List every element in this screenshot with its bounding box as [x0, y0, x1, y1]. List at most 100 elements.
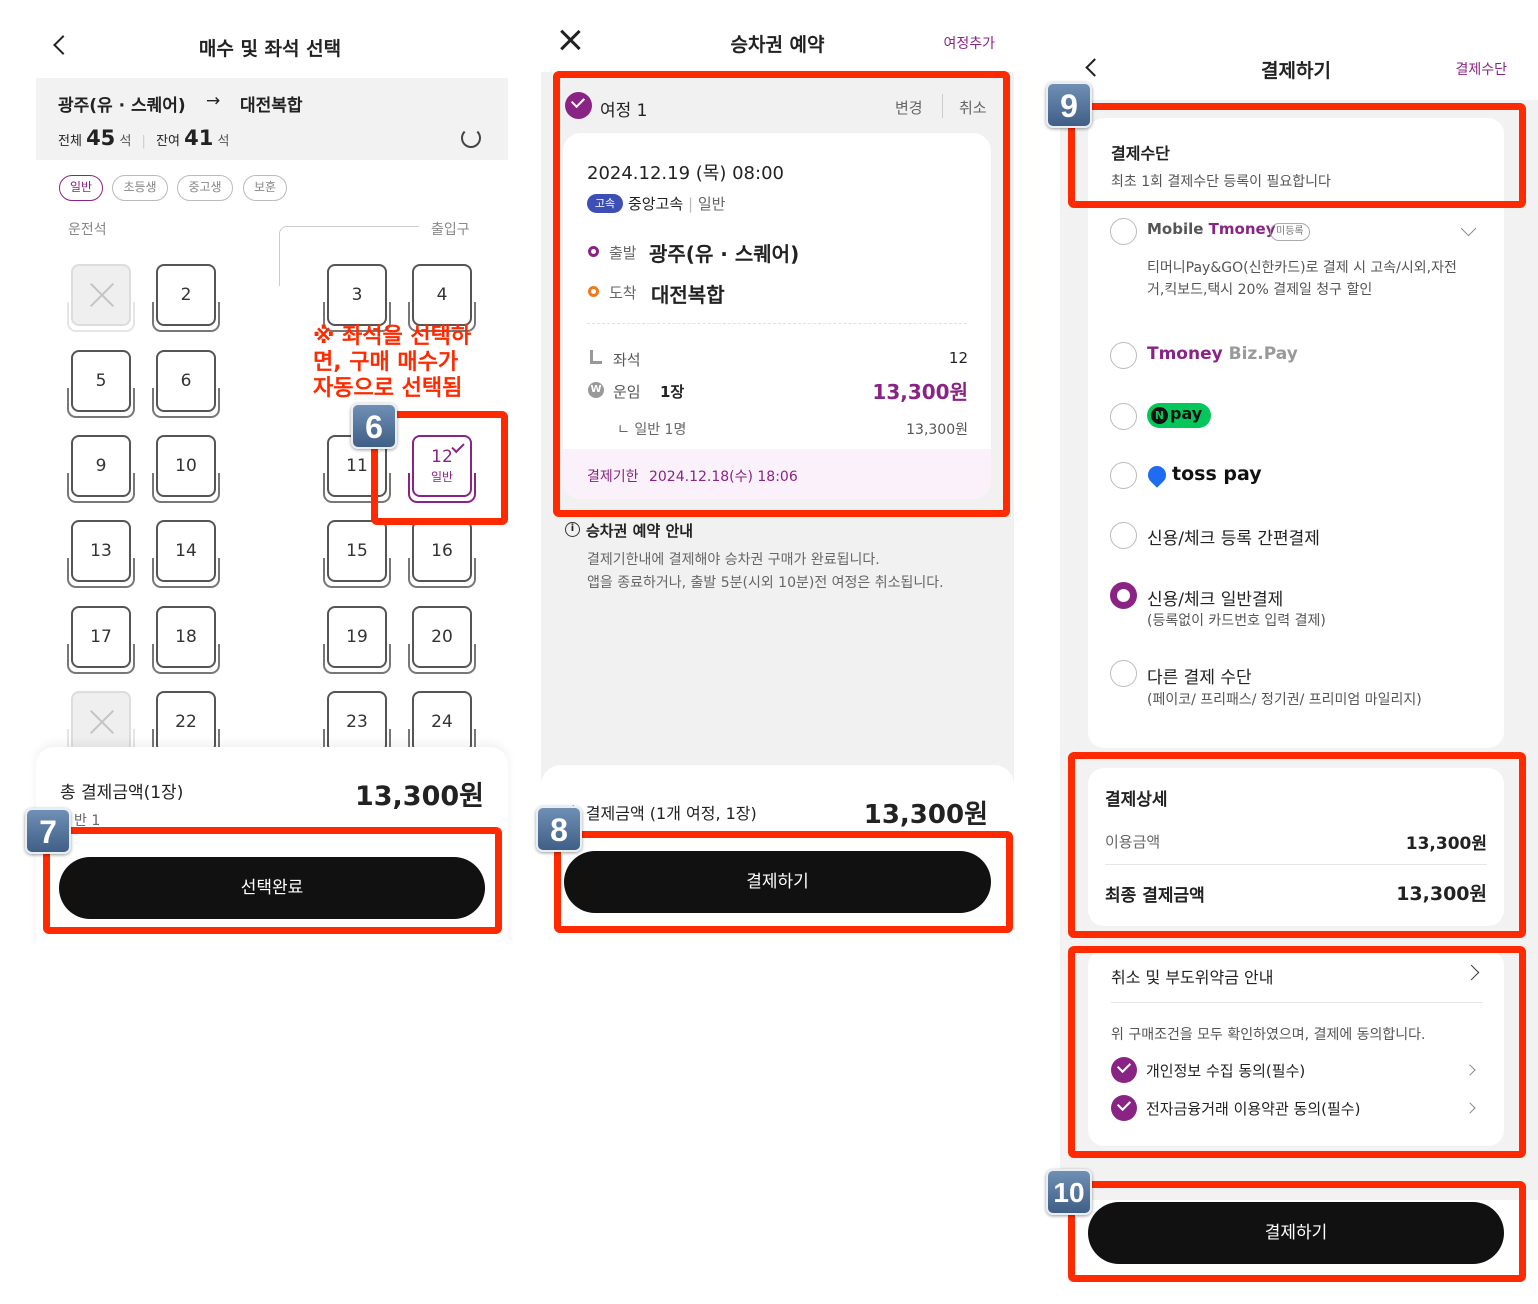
divider [1105, 864, 1487, 865]
notice-line-2: 앱을 종료하거나, 출발 5분(시외 10분)전 여정은 취소됩니다. [587, 575, 944, 591]
step-badge-8: 8 [536, 806, 582, 852]
seat-18[interactable]: 18 [152, 606, 220, 674]
seat-12-number: 12 [431, 447, 453, 467]
divider [942, 94, 943, 118]
agree-efinance-label: 전자금융거래 이용약관 동의(필수) [1146, 1100, 1361, 1118]
tosspay-text: toss pay [1172, 463, 1262, 485]
radio-tmoney-bizpay[interactable] [1110, 342, 1137, 369]
agree-privacy-check-icon[interactable] [1111, 1057, 1137, 1083]
entrance-label: 출입구 [431, 222, 470, 238]
seat-5[interactable]: 5 [67, 350, 135, 418]
step-badge-6: 6 [351, 403, 397, 449]
seat-13[interactable]: 13 [67, 520, 135, 588]
divider [1111, 1002, 1483, 1003]
npay-n-icon: N [1151, 407, 1168, 424]
change-link[interactable]: 변경 [895, 97, 923, 118]
depart-dot-icon [588, 246, 599, 257]
fare-icon: W [588, 382, 604, 398]
cancel-policy-link[interactable]: 취소 및 부도위약금 안내 [1111, 964, 1273, 988]
seat-15[interactable]: 15 [323, 520, 391, 588]
seat-20[interactable]: 20 [408, 606, 476, 674]
step-badge-9: 9 [1046, 82, 1092, 128]
tmoney-desc-1: 티머니Pay&GO(신한카드)로 결제 시 고속/시외,자전 [1147, 260, 1457, 276]
final-amount: 13,300원 [1396, 883, 1487, 905]
route-arrow-icon: → [206, 91, 221, 111]
final-amount-label: 최종 결제금액 [1105, 886, 1205, 906]
depart-terminal: 광주(유 · 스퀘어) [649, 242, 800, 266]
radio-npay[interactable] [1110, 403, 1137, 430]
fare-amount: 13,300원 [872, 380, 968, 404]
dashed-divider [587, 323, 967, 324]
payment-method-link[interactable]: 결제수단 [1430, 59, 1507, 79]
notice-line-1: 결제기한내에 결제해야 승차권 구매가 완료됩니다. [587, 552, 880, 568]
agree-privacy-label: 개인정보 수집 동의(필수) [1146, 1062, 1306, 1080]
method-subtitle: 최초 1회 결제수단 등록이 필요합니다 [1111, 174, 1331, 190]
refresh-icon[interactable] [461, 128, 481, 148]
seat-count: 전체 45 석 | 잔여 41 석 [58, 126, 230, 150]
trip-datetime: 2024.12.19 (목) 08:00 [587, 163, 784, 184]
chip-middle-high[interactable]: 중고생 [177, 175, 233, 201]
radio-mobile-tmoney[interactable] [1110, 218, 1137, 245]
radio-tosspay[interactable] [1110, 462, 1137, 489]
ticket-reservation-screen: 승차권 예약 여정추가 여정 1 변경 취소 2024.12.19 (목) 08… [536, 0, 1015, 1304]
radio-card-general-selected[interactable] [1110, 582, 1137, 609]
notice-title: 승차권 예약 안내 [586, 522, 694, 540]
seat-12-selected[interactable]: 12 일반 [408, 435, 476, 503]
method-card [1088, 118, 1504, 748]
agree-efinance-check-icon[interactable] [1111, 1095, 1137, 1121]
seat-6[interactable]: 6 [152, 350, 220, 418]
pay-button[interactable]: 결제하기 [564, 851, 991, 913]
seat-label: 좌석 [613, 351, 641, 369]
info-icon: i [565, 522, 580, 537]
driver-seat-label: 운전석 [68, 222, 107, 238]
seat-selection-screen: 매수 및 좌석 선택 광주(유 · 스퀘어) → 대전복합 전체 45 석 | … [0, 0, 515, 1304]
cancel-link[interactable]: 취소 [959, 97, 987, 118]
step-badge-10: 10 [1046, 1169, 1092, 1215]
arrive-label: 도착 [609, 284, 637, 302]
seat-3[interactable]: 3 [323, 264, 391, 332]
chip-elementary[interactable]: 초등생 [112, 175, 168, 201]
bus-type-badge: 고속 [587, 194, 623, 213]
use-amount-label: 이용금액 [1105, 833, 1161, 851]
select-complete-button[interactable]: 선택완료 [59, 857, 485, 919]
add-trip-link[interactable]: 여정추가 [920, 33, 995, 53]
other-method-label: 다른 결제 수단 [1147, 668, 1252, 688]
total-label: 총 결제금액 (1개 여정, 1장) [566, 804, 757, 823]
other-method-sub: (페이코/ 프리패스/ 정기권/ 프리미엄 마일리지) [1147, 692, 1422, 708]
fare-label: 운임 [613, 383, 641, 401]
seat-10[interactable]: 10 [152, 435, 220, 503]
seat-1-unavailable [67, 264, 135, 332]
use-amount: 13,300원 [1405, 834, 1487, 854]
deadline: 결제기한 2024.12.18(수) 18:06 [587, 469, 798, 485]
seat-19[interactable]: 19 [323, 606, 391, 674]
card-general-label: 신용/체크 일반결제 [1147, 590, 1284, 610]
detail-title: 결제상세 [1105, 790, 1168, 810]
seat-2[interactable]: 2 [152, 264, 220, 332]
chip-general[interactable]: 일반 [59, 175, 103, 201]
seat-14[interactable]: 14 [152, 520, 220, 588]
seat-16[interactable]: 16 [408, 520, 476, 588]
pay-button[interactable]: 결제하기 [1088, 1202, 1504, 1264]
seat-24[interactable]: 24 [408, 691, 476, 759]
chip-veteran[interactable]: 보훈 [243, 175, 287, 201]
agree-text: 위 구매조건을 모두 확인하였으며, 결제에 동의합니다. [1111, 1027, 1426, 1043]
seat-12-type: 일반 [430, 470, 454, 484]
seat-9[interactable]: 9 [67, 435, 135, 503]
seat-23[interactable]: 23 [323, 691, 391, 759]
method-title: 결제수단 [1111, 144, 1170, 163]
annotation-note: ※ 좌석을 선택하 면, 구매 매수가 자동으로 선택됨 [313, 324, 472, 401]
footer-sheet [541, 765, 1014, 1304]
trip-check-icon[interactable] [565, 92, 592, 119]
seat-21-unavailable [67, 691, 135, 759]
seat-4[interactable]: 4 [408, 264, 476, 332]
total-label: 총 결제금액(1장) [60, 783, 184, 803]
tmoney-bizpay-logo: Tmoney Biz.Pay [1147, 344, 1298, 364]
total-amount: 13,300원 [863, 800, 988, 830]
payment-screen: 결제하기 결제수단 결제수단 최초 1회 결제수단 등록이 필요합니다 Mobi… [1040, 0, 1538, 1304]
arrive-terminal: 대전복합 [651, 283, 725, 307]
radio-other-method[interactable] [1110, 660, 1137, 687]
seat-17[interactable]: 17 [67, 606, 135, 674]
page-title: 매수 및 좌석 선택 [198, 38, 342, 60]
seat-22[interactable]: 22 [152, 691, 220, 759]
radio-card-simple[interactable] [1110, 522, 1137, 549]
